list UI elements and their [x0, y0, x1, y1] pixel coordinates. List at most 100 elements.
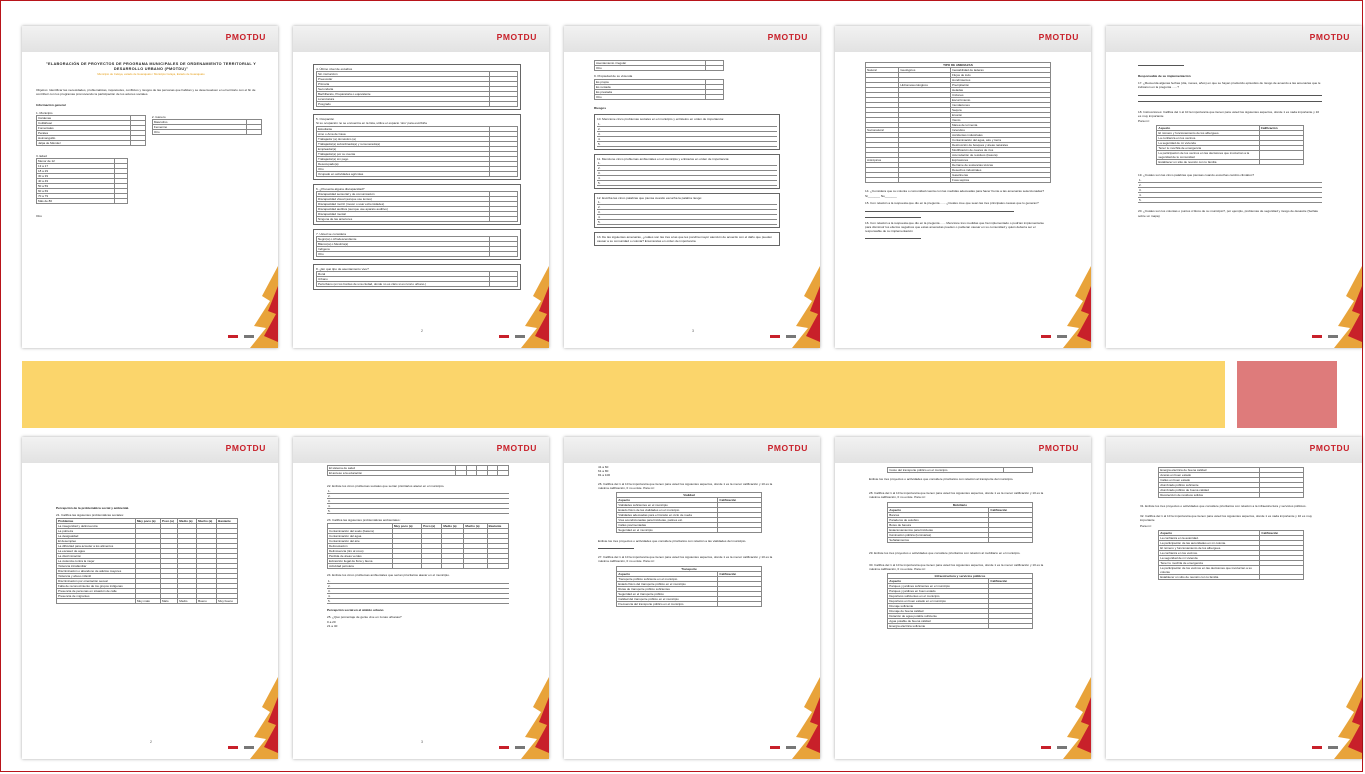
percentage-option[interactable]: 21 a 40	[327, 624, 509, 628]
vialidad-projects-prompt: Enliste los tres proyectos o actividades…	[598, 539, 747, 544]
answer-line[interactable]: 5.	[597, 141, 777, 147]
porcentaje-options[interactable]: 41 a 60 61 a 80 81 a 100	[598, 465, 780, 478]
checkbox-cell[interactable]	[488, 101, 519, 108]
checkbox-cell[interactable]	[245, 129, 263, 136]
answer-row: 5.	[597, 141, 777, 147]
transporte-projects-prompt: Enliste los tres proyectos o actividades…	[869, 477, 1014, 481]
page-header: PMOTDU	[1106, 437, 1362, 463]
genero-table: Masculino Femenino Otro	[151, 119, 263, 136]
document-page-7[interactable]: PMOTDU El sistema de salud El acceso a la…	[293, 437, 549, 759]
answer-lines[interactable]: 1. 2. 3. 4. 5.	[1138, 178, 1322, 204]
rating-cell[interactable]	[454, 470, 467, 476]
rating-input-cell[interactable]	[717, 600, 762, 607]
rating-input-cell[interactable]	[988, 536, 1033, 543]
rating-cell[interactable]	[497, 470, 509, 476]
answer-line[interactable]	[865, 234, 921, 240]
scale-label: Muy bueno	[216, 598, 238, 605]
option-label: Posgrado	[316, 101, 490, 108]
answer-lines[interactable]: 1. 2. 3. 4. 5.	[327, 489, 509, 515]
page-number: 2	[421, 328, 423, 333]
discapacidad-table: Discapacidad sensorial y de comunicación…	[316, 190, 519, 222]
municipio-table: Cárdenas Cuitláhuac Fomentales Perales Huima…	[35, 115, 147, 147]
document-page-1[interactable]: PMOTDU "ELABORACIÓN DE PROYECTOS DE PROG…	[22, 26, 278, 348]
document-page-9[interactable]: PMOTDU Costo del transporte público en e…	[835, 437, 1091, 759]
question-14: 14. ¿Considera que su colonia o comunida…	[865, 189, 1045, 193]
answer-lines[interactable]: 1. 2. 3. 4. 5.	[597, 121, 777, 147]
costo-transporte-table: Costo del transporte público en el munic…	[887, 467, 1033, 473]
rating-input-cell[interactable]	[1259, 564, 1304, 575]
answer-line[interactable]	[865, 207, 1014, 212]
option-label: Otro	[593, 94, 707, 101]
document-page-5[interactable]: PMOTDU Responsable de su implementación …	[1106, 26, 1362, 348]
document-page-8[interactable]: PMOTDU 41 a 60 61 a 80 81 a 100 26. Califi…	[564, 437, 820, 759]
answer-line[interactable]: 5.	[1138, 197, 1322, 204]
rating-input-cell[interactable]	[1258, 159, 1304, 166]
asentamiento-table: Rural Urbano Periurbano (en los bordes de …	[316, 271, 519, 288]
footer-logo-gray	[1328, 335, 1338, 338]
rating-cell[interactable]	[476, 470, 488, 476]
answer-line[interactable]: 5.	[327, 508, 509, 515]
checkbox-cell[interactable]	[114, 198, 128, 205]
answer-line[interactable]: 5.	[327, 598, 509, 604]
rating-cell[interactable]	[392, 563, 423, 570]
edad-table: Menor de 12 13 a 17 18 a 29 30 a 39 40 a 49 5…	[35, 158, 128, 205]
question-26: 26. Califica del 1 al 10 la importancia …	[598, 481, 773, 490]
brand-logo: PMOTDU	[1309, 443, 1350, 453]
porcentaje-options[interactable]: 0 a 20 21 a 40	[327, 620, 509, 628]
question-13: 13. De las siguientes amenazas, ¿cuáles …	[597, 235, 773, 244]
answer-line[interactable]	[865, 213, 921, 218]
checkbox-cell[interactable]	[130, 140, 147, 147]
checkbox-cell[interactable]	[488, 170, 519, 177]
rating-cell[interactable]	[463, 563, 488, 570]
footer-logo-red	[1312, 746, 1322, 749]
question-24: 24. Enliste los cinco problemas ambienta…	[327, 573, 450, 578]
rating-cell[interactable]	[421, 563, 443, 570]
threat-option[interactable]: Fosa séptica	[950, 177, 1051, 183]
responsable-label: Responsable de su implementación	[1138, 74, 1191, 78]
option-label: Periurbano (en los bordes de una ciudad,…	[316, 281, 490, 288]
document-page-10[interactable]: PMOTDU Energía eléctrica de buena calida…	[1106, 437, 1362, 759]
footer-logo-red	[1041, 335, 1051, 338]
answer-lines[interactable]: 1. 2. 3. 4. 5.	[327, 578, 509, 604]
table-row: Posgrado	[316, 101, 519, 108]
problematicas-sociales-table: Problemas Muy poco (a) Poco (a) Medio (a) Mu…	[56, 518, 238, 605]
document-page-6[interactable]: PMOTDU Percepción de la problemática soc…	[22, 437, 278, 759]
rating-input-cell[interactable]	[988, 623, 1033, 630]
answer-line[interactable]	[598, 544, 635, 550]
document-page-3[interactable]: PMOTDU Asentamiento irregular Otro 9. Pro…	[564, 26, 820, 348]
rating-cell[interactable]	[465, 470, 478, 476]
footer-logo-gray	[1328, 746, 1338, 749]
rating-input-cell[interactable]	[1259, 573, 1304, 580]
answer-line[interactable]: 5.	[597, 219, 777, 226]
rating-cell[interactable]	[486, 470, 499, 476]
footer-logo-gray	[1057, 335, 1067, 338]
brand-logo: PMOTDU	[767, 443, 808, 453]
rating-input-cell[interactable]	[1258, 150, 1304, 161]
question-17: 17. ¿Recuerda algunas fechas (día, meses…	[1138, 81, 1321, 90]
servicios-continued-table: Energía eléctrica de buena calidad Aceras…	[1158, 467, 1304, 498]
checkbox-cell[interactable]	[705, 65, 725, 71]
checkbox-cell[interactable]	[488, 215, 519, 222]
answer-line[interactable]	[1138, 61, 1184, 66]
footer-logo-red	[770, 746, 780, 749]
answer-lines[interactable]: 1. 2. 3. 4. 5.	[597, 200, 777, 226]
document-page-2[interactable]: PMOTDU 4. Último nivel de estudios Sin i…	[293, 26, 549, 348]
category-cell	[864, 177, 900, 183]
percentage-option[interactable]: 81 a 100	[598, 473, 780, 477]
edad-block: 3. Edad Menor de 12 13 a 17 18 a 29 30 a 39…	[35, 154, 128, 205]
rating-input-cell[interactable]	[1259, 492, 1304, 498]
rating-cell[interactable]	[441, 563, 465, 570]
tipo-amenazas-table: TIPO DE AMENAZAS Natural Geológicos Inestab…	[864, 62, 1051, 183]
rating-input-cell[interactable]	[717, 527, 762, 534]
checkbox-cell[interactable]	[705, 94, 725, 101]
answer-line[interactable]: 5.	[597, 180, 777, 186]
table-row: La participación de los vecinos en las d…	[1156, 150, 1304, 161]
question-29: 29. Enliste los tres proyectos o activid…	[869, 550, 1021, 555]
document-page-4[interactable]: PMOTDU TIPO DE AMENAZAS Natural Geológicos…	[835, 26, 1091, 348]
rating-cell[interactable]	[486, 563, 510, 570]
answer-lines[interactable]: 1. 2. 3. 4. 5.	[597, 160, 777, 186]
answer-si-no[interactable]: Sí_______ No_______	[865, 194, 1051, 198]
answer-line[interactable]	[1138, 97, 1322, 102]
answer-line[interactable]	[1138, 91, 1322, 96]
table-row: Jalpa de Méndez	[35, 140, 147, 147]
